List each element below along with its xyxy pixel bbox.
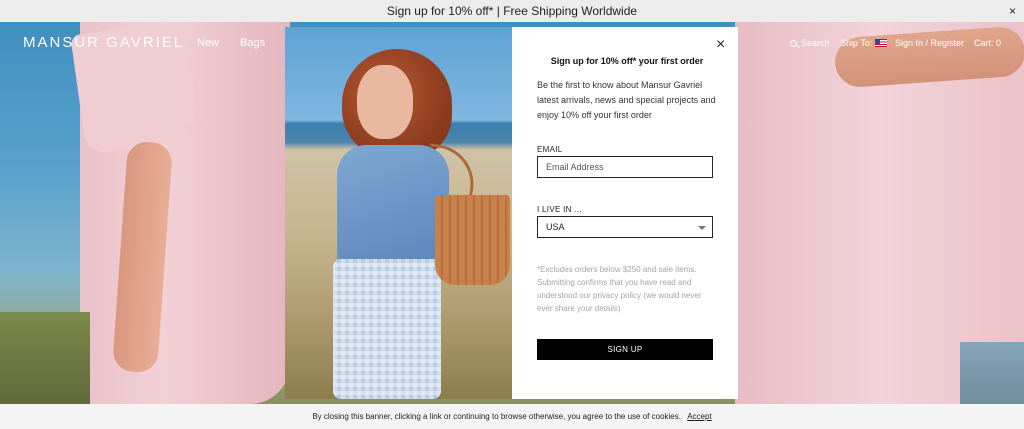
cookie-accept-link[interactable]: Accept bbox=[687, 412, 711, 421]
modal-close-button[interactable]: × bbox=[716, 37, 725, 53]
sign-in-register-link[interactable]: Sign In / Register bbox=[895, 38, 964, 48]
modal-photo bbox=[285, 27, 512, 399]
search-label: Search bbox=[801, 38, 830, 48]
search-icon bbox=[790, 39, 797, 47]
email-label: EMAIL bbox=[537, 145, 563, 154]
announcement-text[interactable]: Sign up for 10% off* | Free Shipping Wor… bbox=[387, 4, 637, 18]
nav-link-bags[interactable]: Bags bbox=[240, 37, 265, 49]
cookie-message: By closing this banner, clicking a link … bbox=[312, 412, 681, 421]
brand-logo[interactable]: MANSUR GAVRIEL bbox=[23, 34, 184, 51]
model-pants bbox=[333, 259, 441, 399]
cookie-banner: By closing this banner, clicking a link … bbox=[0, 404, 1024, 429]
modal-title: Sign up for 10% off* your first order bbox=[550, 56, 704, 66]
bucket-bag bbox=[435, 195, 510, 285]
chevron-down-icon bbox=[698, 226, 706, 230]
signup-form: × Sign up for 10% off* your first order … bbox=[512, 27, 738, 399]
ship-to-selector[interactable]: Ship To: bbox=[840, 38, 888, 48]
model-face bbox=[357, 65, 413, 139]
country-label: I LIVE IN ... bbox=[537, 205, 582, 214]
announcement-close-button[interactable]: × bbox=[1009, 0, 1016, 22]
nav-link-new[interactable]: New bbox=[197, 37, 219, 49]
announcement-bar: Sign up for 10% off* | Free Shipping Wor… bbox=[0, 0, 1024, 22]
grass-right bbox=[960, 342, 1024, 404]
us-flag-icon bbox=[875, 39, 888, 47]
sign-up-button[interactable]: SIGN UP bbox=[537, 339, 713, 360]
ship-to-label: Ship To: bbox=[840, 38, 873, 48]
country-selected-value: USA bbox=[546, 222, 565, 232]
search-link[interactable]: Search bbox=[790, 38, 830, 48]
modal-description: Be the first to know about Mansur Gavrie… bbox=[537, 80, 716, 120]
grass-left bbox=[0, 312, 90, 404]
email-input[interactable] bbox=[537, 156, 713, 178]
signup-modal: × Sign up for 10% off* your first order … bbox=[285, 27, 738, 399]
country-select[interactable]: USA bbox=[537, 216, 713, 238]
modal-disclaimer: *Excludes orders below $250 and sale ite… bbox=[537, 265, 702, 313]
cart-link[interactable]: Cart: 0 bbox=[974, 38, 1001, 48]
